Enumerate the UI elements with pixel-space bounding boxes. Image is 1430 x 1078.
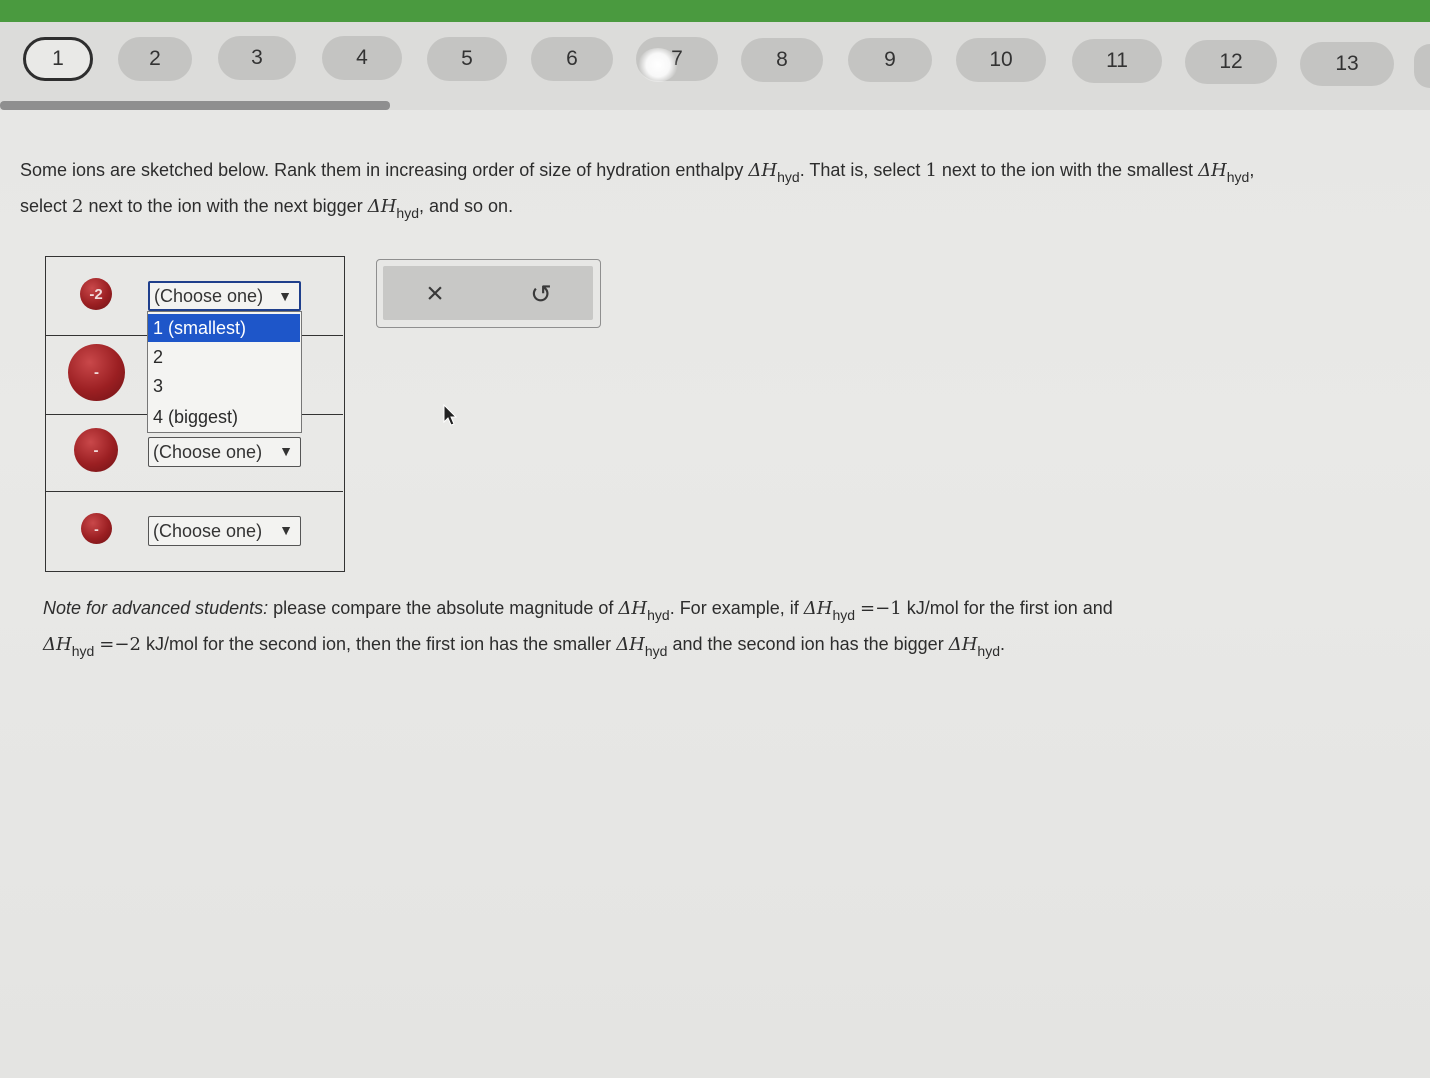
- mouse-cursor-icon: [443, 404, 458, 426]
- nav-question-9[interactable]: 9: [848, 38, 932, 82]
- ion-sphere: -2: [80, 278, 112, 310]
- note-line-2: ΔHhyd =−2 kJ/mol for the second ion, the…: [43, 634, 1006, 659]
- nav-question-8[interactable]: 8: [741, 38, 823, 82]
- nav-question-10[interactable]: 10: [956, 38, 1046, 82]
- clear-button[interactable]: ×: [415, 274, 455, 314]
- dropdown-arrow-icon: ▼: [279, 522, 293, 538]
- dropdown-option-3[interactable]: 3: [148, 372, 300, 400]
- rank-select-3[interactable]: (Choose one) ▼: [148, 437, 301, 467]
- rank-select-1[interactable]: (Choose one) ▼: [148, 281, 301, 311]
- rank-select-4[interactable]: (Choose one) ▼: [148, 516, 301, 546]
- nav-question-1[interactable]: 1: [23, 37, 93, 81]
- nav-question-5[interactable]: 5: [427, 37, 507, 81]
- progress-bar: [0, 101, 390, 110]
- question-line-1: Some ions are sketched below. Rank them …: [20, 160, 1255, 185]
- dropdown-option-1[interactable]: 1 (smallest): [148, 314, 300, 342]
- nav-question-3[interactable]: 3: [218, 36, 296, 80]
- dropdown-option-2[interactable]: 2: [148, 343, 300, 371]
- nav-question-next-partial[interactable]: [1414, 44, 1430, 88]
- rank-dropdown-list: 1 (smallest) 2 3 4 (biggest): [147, 311, 302, 433]
- undo-button[interactable]: ↺: [521, 274, 561, 314]
- action-toolbar: × ↺: [383, 266, 593, 320]
- nav-question-11[interactable]: 11: [1072, 39, 1162, 83]
- ion-sphere: -: [81, 513, 112, 544]
- nav-question-12[interactable]: 12: [1185, 40, 1277, 84]
- undo-icon: ↺: [530, 278, 552, 309]
- ion-sphere: -: [74, 428, 118, 472]
- dropdown-option-4[interactable]: 4 (biggest): [148, 403, 300, 431]
- top-green-bar: [0, 0, 1430, 22]
- note-line-1: Note for advanced students: please compa…: [43, 598, 1113, 623]
- screen-glare: [638, 48, 678, 82]
- nav-question-13[interactable]: 13: [1300, 42, 1394, 86]
- nav-question-6[interactable]: 6: [531, 37, 613, 81]
- question-nav: 1 2 3 4 5 6 7 8 9 10 11 12 13: [0, 22, 1430, 110]
- dropdown-arrow-icon: ▼: [279, 443, 293, 459]
- close-icon: ×: [426, 277, 444, 310]
- ion-sphere: -: [68, 344, 125, 401]
- question-line-2: select 2 next to the ion with the next b…: [20, 196, 514, 221]
- nav-question-4[interactable]: 4: [322, 36, 402, 80]
- nav-question-2[interactable]: 2: [118, 37, 192, 81]
- dropdown-arrow-icon: ▼: [278, 288, 292, 304]
- ion-row-4: - (Choose one) ▼: [46, 492, 343, 570]
- answer-action-box: × ↺: [376, 259, 601, 328]
